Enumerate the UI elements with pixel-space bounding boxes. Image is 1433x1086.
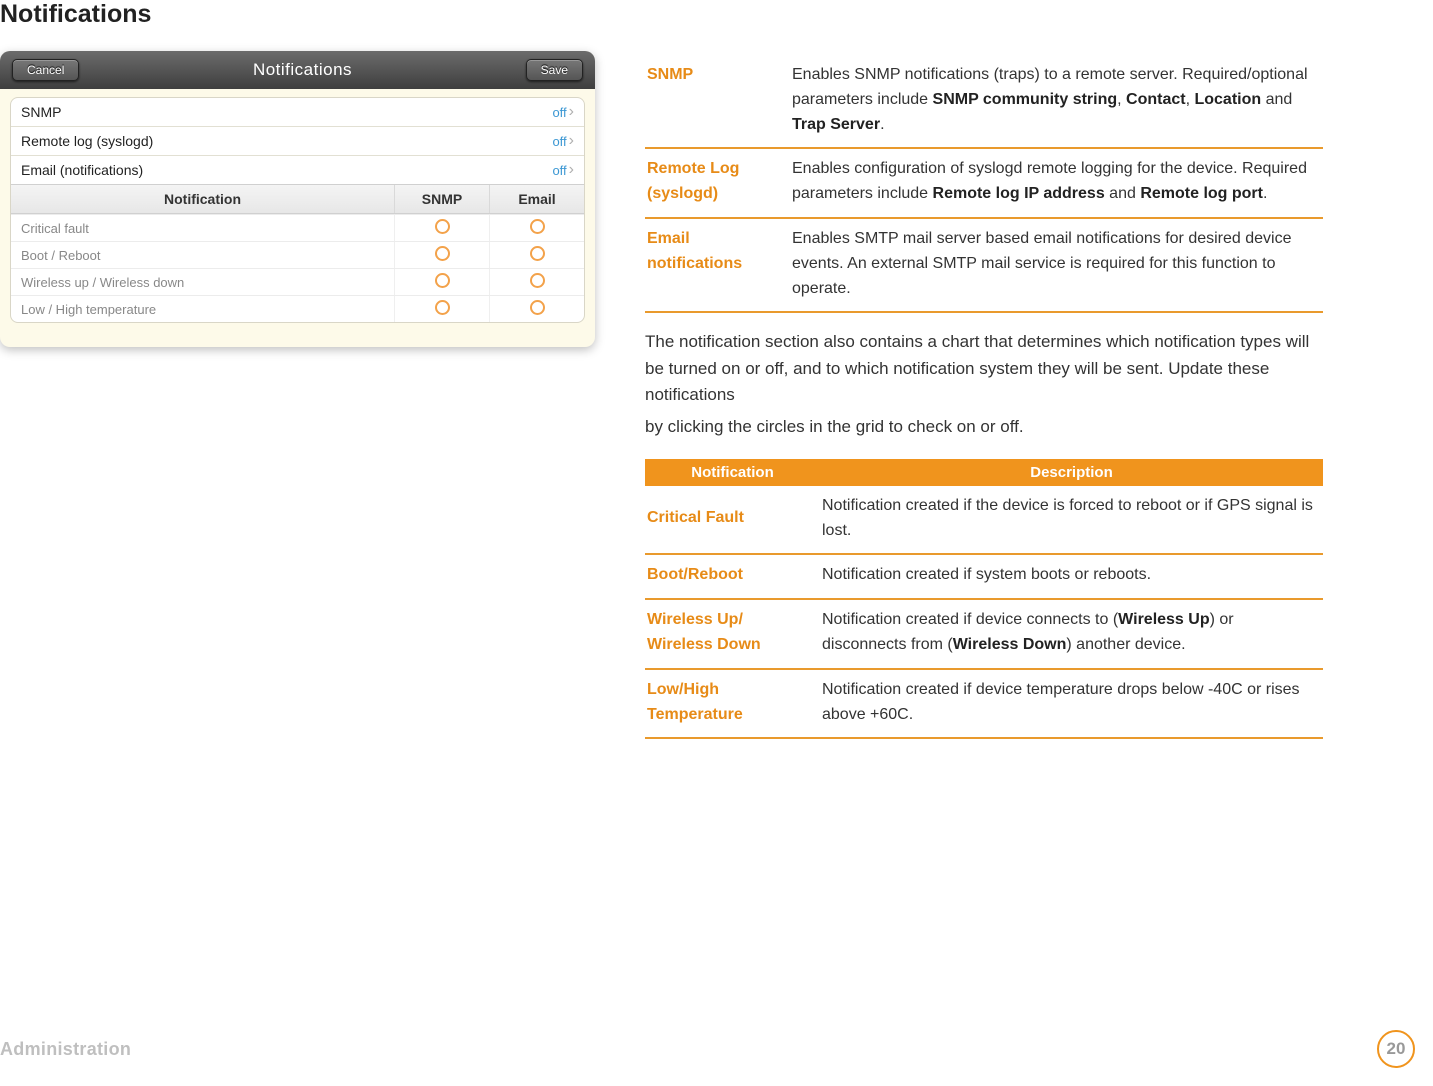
settings-list: SNMP off › Remote log (syslogd) off › <box>10 97 585 323</box>
grid-header: Notification SNMP Email <box>11 184 584 214</box>
header-description: Description <box>820 459 1323 486</box>
grid-header-email: Email <box>489 185 584 213</box>
grid-row: Critical fault <box>11 214 584 241</box>
setting-label: Remote log (syslogd) <box>21 133 153 149</box>
paragraph: by clicking the circles in the grid to c… <box>645 414 1323 440</box>
grid-row-label: Low / High temperature <box>11 298 394 321</box>
screenshot-panel: Cancel Notifications Save SNMP off › Rem… <box>0 51 595 347</box>
paragraph: The notification section also contains a… <box>645 329 1323 408</box>
page-number-badge: 20 <box>1377 1030 1415 1068</box>
def-key: Remote Log (syslogd) <box>645 148 790 218</box>
desc-key: Low/High Temperature <box>645 669 820 739</box>
grid-header-snmp: SNMP <box>394 185 489 213</box>
cancel-button[interactable]: Cancel <box>12 59 79 81</box>
table-row: Wireless Up/ Wireless Down Notification … <box>645 599 1323 669</box>
setting-state: off › <box>552 133 574 149</box>
setting-row-snmp[interactable]: SNMP off › <box>11 98 584 126</box>
header-notification: Notification <box>645 459 820 486</box>
radio-icon[interactable] <box>530 300 545 315</box>
grid-row: Low / High temperature <box>11 295 584 322</box>
grid-row-label: Boot / Reboot <box>11 244 394 267</box>
definitions-table: SNMP Enables SNMP notifications (traps) … <box>645 55 1323 313</box>
save-button[interactable]: Save <box>526 59 583 81</box>
grid-header-notification: Notification <box>11 185 394 213</box>
chevron-right-icon: › <box>569 162 574 178</box>
radio-icon[interactable] <box>530 273 545 288</box>
table-row: SNMP Enables SNMP notifications (traps) … <box>645 55 1323 148</box>
def-text: Enables SMTP mail server based email not… <box>790 218 1323 312</box>
table-row: Critical Fault Notification created if t… <box>645 486 1323 555</box>
def-key: Email notifications <box>645 218 790 312</box>
setting-state: off › <box>552 162 574 178</box>
setting-label: Email (notifications) <box>21 162 143 178</box>
grid-row-label: Wireless up / Wireless down <box>11 271 394 294</box>
table-row: Boot/Reboot Notification created if syst… <box>645 554 1323 599</box>
table-header: Notification Description <box>645 459 1323 486</box>
def-key: SNMP <box>645 55 790 148</box>
desc-text: Notification created if device connects … <box>820 599 1323 669</box>
setting-row-email[interactable]: Email (notifications) off › <box>11 155 584 184</box>
radio-icon[interactable] <box>435 300 450 315</box>
table-row: Low/High Temperature Notification create… <box>645 669 1323 739</box>
table-row: Remote Log (syslogd) Enables configurati… <box>645 148 1323 218</box>
page-heading: Notifications <box>0 0 595 29</box>
desc-text: Notification created if the device is fo… <box>820 486 1323 555</box>
radio-icon[interactable] <box>530 219 545 234</box>
setting-state: off › <box>552 104 574 120</box>
desc-key: Wireless Up/ Wireless Down <box>645 599 820 669</box>
desc-key: Critical Fault <box>645 486 820 555</box>
grid-row-label: Critical fault <box>11 217 394 240</box>
descriptions-table: Notification Description Critical Fault … <box>645 459 1323 740</box>
grid-row: Wireless up / Wireless down <box>11 268 584 295</box>
setting-label: SNMP <box>21 104 61 120</box>
footer-section-label: Administration <box>0 1039 131 1060</box>
desc-text: Notification created if system boots or … <box>820 554 1323 599</box>
chevron-right-icon: › <box>569 133 574 149</box>
radio-icon[interactable] <box>435 273 450 288</box>
table-row: Email notifications Enables SMTP mail se… <box>645 218 1323 312</box>
radio-icon[interactable] <box>530 246 545 261</box>
def-text: Enables configuration of syslogd remote … <box>790 148 1323 218</box>
def-text: Enables SNMP notifications (traps) to a … <box>790 55 1323 148</box>
desc-key: Boot/Reboot <box>645 554 820 599</box>
radio-icon[interactable] <box>435 246 450 261</box>
page-footer: Administration 20 <box>0 1030 1433 1068</box>
radio-icon[interactable] <box>435 219 450 234</box>
chevron-right-icon: › <box>569 104 574 120</box>
grid-row: Boot / Reboot <box>11 241 584 268</box>
setting-row-remote-log[interactable]: Remote log (syslogd) off › <box>11 126 584 155</box>
desc-text: Notification created if device temperatu… <box>820 669 1323 739</box>
dialog-header: Cancel Notifications Save <box>0 51 595 89</box>
dialog-title: Notifications <box>79 60 525 80</box>
